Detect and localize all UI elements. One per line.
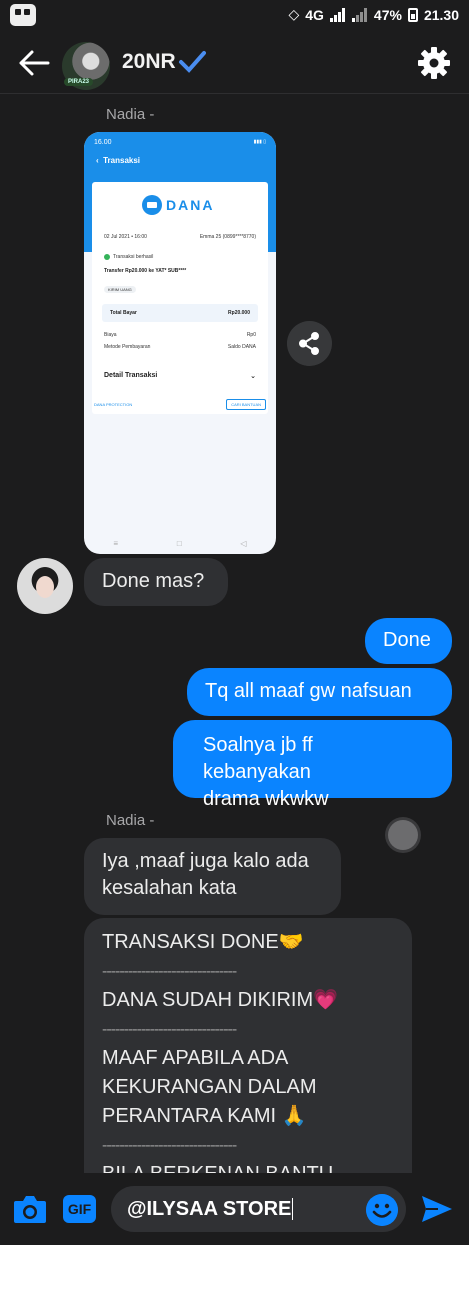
home-icon: □: [176, 539, 182, 548]
sender-name: Nadia -: [106, 106, 155, 123]
share-icon[interactable]: [287, 321, 332, 366]
message-text-line: Soalnya jb ff kebanyakan: [203, 734, 313, 783]
receipt-status: Transaksi berhasil: [113, 254, 154, 260]
chat-title[interactable]: 20NR: [122, 50, 206, 74]
message-text: Tq all maaf gw nafsuan: [205, 680, 412, 702]
settings-gear-icon[interactable]: [417, 46, 451, 80]
chevron-down-icon: ⌄: [250, 373, 256, 380]
message-text-line: TRANSAKSI DONE🤝: [102, 931, 304, 953]
total-value: Rp20.000: [228, 310, 250, 316]
receipt-card: DANA 02 Jul 2021 • 16:00 Emma 25 (0899**…: [92, 182, 268, 414]
detail-row: Detail Transaksi ⌄: [104, 372, 256, 380]
screenshot-time: 16.00: [94, 139, 112, 146]
nadia-avatar[interactable]: [17, 558, 73, 614]
screenshot-title: ‹ Transaksi: [96, 156, 141, 165]
text-caret: [292, 1198, 294, 1220]
protection-badge: DANA PROTECTION: [94, 402, 133, 407]
emoji-smiley-icon[interactable]: [366, 1194, 398, 1226]
status-bar: ◇ 4G 47% 21.30: [0, 0, 469, 34]
fee-value: Rp0: [246, 332, 256, 338]
message-text-line: DANA SUDAH DIKIRIM💗: [102, 989, 339, 1011]
outgoing-message[interactable]: Soalnya jb ff kebanyakan drama wkwkw: [173, 720, 452, 810]
screenshot-status-icons: ▮▮▮ ▯: [253, 139, 266, 145]
message-text-line: Iya ,maaf juga kalo ada: [102, 850, 309, 872]
dana-logo: DANA: [142, 195, 214, 215]
method-label: Metode Pembayaran: [104, 344, 151, 350]
floating-dot: [388, 820, 418, 850]
receipt-meta-row: 02 Jul 2021 • 16:00 Emma 25 (0899****877…: [104, 234, 256, 240]
help-button: CARI BANTUAN: [226, 399, 266, 410]
vibrate-icon: ◇: [288, 6, 300, 22]
incoming-message[interactable]: Done mas?: [84, 558, 228, 606]
dana-logo-text: DANA: [166, 197, 215, 213]
receipt-transfer-row: Transfer Rp20.000 ke YAT* SUB****: [104, 268, 256, 274]
message-text-line: PERANTARA KAMI 🙏: [102, 1105, 307, 1127]
separator-line: -------------------------------: [102, 963, 237, 980]
message-input[interactable]: @ILYSAA STORE: [111, 1186, 406, 1232]
separator-line: -------------------------------: [102, 1137, 237, 1154]
message-composer: GIF @ILYSAA STORE: [0, 1173, 469, 1245]
screenshot-footer: DANA PROTECTION CARI BANTUAN: [92, 398, 268, 416]
screenshot-title-text: Transaksi: [103, 156, 141, 165]
method-value: Saldo DANA: [227, 344, 256, 350]
network-type: 4G: [305, 6, 324, 23]
receipt-category-pill: KIRIM UANG: [104, 286, 136, 293]
send-icon[interactable]: [420, 1193, 454, 1225]
receipt-transfer: Transfer Rp20.000 ke YAT* SUB****: [104, 268, 187, 274]
battery-icon: [407, 7, 418, 22]
app-notification-icon: [10, 4, 36, 26]
group-avatar[interactable]: PIRA23: [62, 42, 110, 90]
message-text-line: drama wkwkw: [203, 788, 329, 810]
receipt-status-row: Transaksi berhasil: [104, 254, 256, 260]
outgoing-message[interactable]: Done: [365, 618, 452, 664]
chat-header: PIRA23 20NR: [0, 34, 469, 94]
messenger-app: ◇ 4G 47% 21.30 PIRA23 20NR Nadia - 16.00…: [0, 0, 469, 1245]
total-label: Total Bayar: [110, 310, 137, 316]
message-text-line: kesalahan kata: [102, 877, 237, 899]
clock: 21.30: [423, 6, 459, 23]
receipt-ref: Emma 25 (0899****8770): [199, 234, 256, 240]
battery-percent: 47%: [373, 6, 402, 23]
chat-title-text: 20NR: [122, 50, 176, 73]
method-row: Metode Pembayaran Saldo DANA: [104, 344, 256, 350]
message-text: Done: [383, 629, 431, 651]
camera-icon[interactable]: [12, 1193, 48, 1225]
separator-line: -------------------------------: [102, 1021, 237, 1038]
sender-name: Nadia -: [106, 812, 155, 829]
screenshot-nav-buttons: ≡ □ ◁: [84, 539, 276, 548]
fee-label: Biaya: [104, 332, 117, 338]
menu-icon: ≡: [113, 539, 119, 548]
message-input-text: @ILYSAA STORE: [127, 1197, 292, 1220]
back-icon: ◁: [240, 539, 247, 548]
message-text: Done mas?: [102, 570, 205, 592]
detail-label: Detail Transaksi: [104, 372, 158, 379]
gif-button[interactable]: GIF: [63, 1195, 96, 1223]
signal-2-icon: [351, 7, 368, 22]
dana-wallet-icon: [142, 195, 162, 215]
outgoing-message[interactable]: Tq all maaf gw nafsuan: [187, 668, 452, 716]
success-check-icon: [104, 254, 110, 260]
fee-row: Biaya Rp0: [104, 332, 256, 338]
incoming-message[interactable]: Iya ,maaf juga kalo ada kesalahan kata: [84, 838, 341, 915]
total-row: Total Bayar Rp20.000: [110, 310, 250, 316]
back-arrow-icon[interactable]: [18, 49, 50, 77]
verified-check-icon: [178, 51, 206, 73]
message-text-line: MAAF APABILA ADA: [102, 1047, 289, 1069]
signal-1-icon: [329, 7, 346, 22]
message-text-line: KEKURANGAN DALAM: [102, 1076, 317, 1098]
receipt-date: 02 Jul 2021 • 16:00: [104, 234, 147, 240]
avatar-tag: PIRA23: [64, 78, 94, 86]
transaction-screenshot-image[interactable]: 16.00 ▮▮▮ ▯ ‹ Transaksi DANA 02 Jul 2021…: [84, 132, 276, 554]
